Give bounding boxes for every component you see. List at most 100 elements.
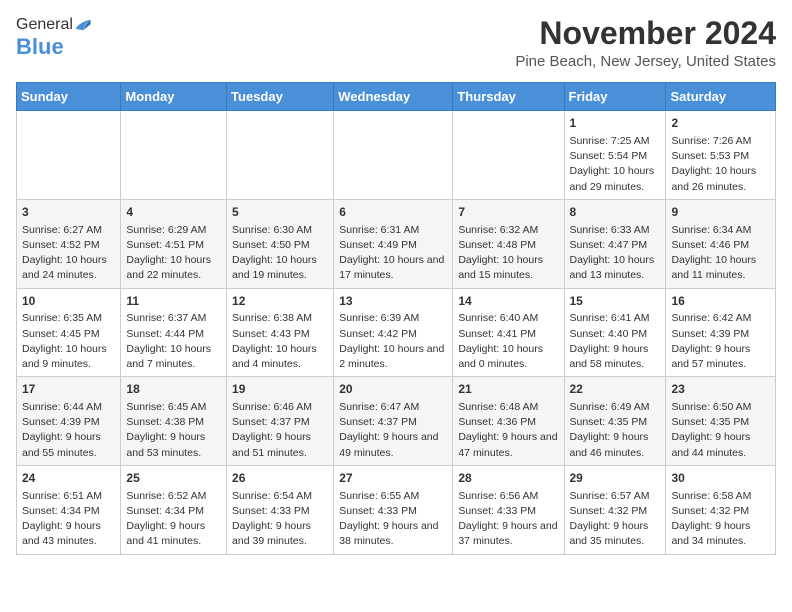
logo-bird-icon — [74, 18, 92, 32]
day-number: 15 — [570, 293, 661, 310]
day-info: Sunrise: 6:48 AM Sunset: 4:36 PM Dayligh… — [458, 400, 558, 461]
day-info: Sunrise: 6:30 AM Sunset: 4:50 PM Dayligh… — [232, 223, 328, 284]
day-info: Sunrise: 6:29 AM Sunset: 4:51 PM Dayligh… — [126, 223, 221, 284]
day-number: 4 — [126, 204, 221, 221]
calendar-cell: 3 Sunrise: 6:27 AM Sunset: 4:52 PM Daylig… — [17, 199, 121, 288]
calendar-cell: 21 Sunrise: 6:48 AM Sunset: 4:36 PM Dayli… — [453, 377, 564, 466]
day-info: Sunrise: 6:32 AM Sunset: 4:48 PM Dayligh… — [458, 223, 558, 284]
col-header-thursday: Thursday — [453, 83, 564, 111]
day-number: 16 — [671, 293, 770, 310]
calendar-cell: 1Sunrise: 7:25 AM Sunset: 5:54 PM Daylig… — [564, 111, 666, 200]
calendar-cell — [227, 111, 334, 200]
calendar-week-row: 3 Sunrise: 6:27 AM Sunset: 4:52 PM Daylig… — [17, 199, 776, 288]
day-number: 2 — [671, 115, 770, 132]
calendar-cell: 12Sunrise: 6:38 AM Sunset: 4:43 PM Dayli… — [227, 288, 334, 377]
day-number: 6 — [339, 204, 447, 221]
page-title: November 2024 — [515, 16, 776, 51]
calendar-cell: 9 Sunrise: 6:34 AM Sunset: 4:46 PM Daylig… — [666, 199, 776, 288]
day-number: 17 — [22, 381, 115, 398]
day-number: 19 — [232, 381, 328, 398]
calendar-cell: 11Sunrise: 6:37 AM Sunset: 4:44 PM Dayli… — [121, 288, 227, 377]
calendar-cell: 24 Sunrise: 6:51 AM Sunset: 4:34 PM Dayli… — [17, 465, 121, 554]
col-header-saturday: Saturday — [666, 83, 776, 111]
day-info: Sunrise: 6:58 AM Sunset: 4:32 PM Dayligh… — [671, 489, 770, 550]
calendar-cell: 2Sunrise: 7:26 AM Sunset: 5:53 PM Daylig… — [666, 111, 776, 200]
logo: General Blue — [16, 16, 93, 60]
day-info: Sunrise: 6:33 AM Sunset: 4:47 PM Dayligh… — [570, 223, 661, 284]
day-number: 25 — [126, 470, 221, 487]
day-number: 30 — [671, 470, 770, 487]
col-header-monday: Monday — [121, 83, 227, 111]
page-header: General Blue November 2024 Pine Beach, N… — [16, 16, 776, 70]
day-info: Sunrise: 6:42 AM Sunset: 4:39 PM Dayligh… — [671, 311, 770, 372]
calendar-cell: 16Sunrise: 6:42 AM Sunset: 4:39 PM Dayli… — [666, 288, 776, 377]
day-info: Sunrise: 6:31 AM Sunset: 4:49 PM Dayligh… — [339, 223, 447, 284]
day-number: 21 — [458, 381, 558, 398]
day-info: Sunrise: 6:56 AM Sunset: 4:33 PM Dayligh… — [458, 489, 558, 550]
day-info: Sunrise: 6:57 AM Sunset: 4:32 PM Dayligh… — [570, 489, 661, 550]
day-info: Sunrise: 6:55 AM Sunset: 4:33 PM Dayligh… — [339, 489, 447, 550]
calendar-cell: 10Sunrise: 6:35 AM Sunset: 4:45 PM Dayli… — [17, 288, 121, 377]
day-number: 10 — [22, 293, 115, 310]
day-number: 23 — [671, 381, 770, 398]
calendar-cell — [17, 111, 121, 200]
day-number: 12 — [232, 293, 328, 310]
day-info: Sunrise: 6:41 AM Sunset: 4:40 PM Dayligh… — [570, 311, 661, 372]
calendar-cell: 13Sunrise: 6:39 AM Sunset: 4:42 PM Dayli… — [334, 288, 453, 377]
calendar-cell: 5Sunrise: 6:30 AM Sunset: 4:50 PM Daylig… — [227, 199, 334, 288]
day-number: 26 — [232, 470, 328, 487]
calendar-week-row: 24 Sunrise: 6:51 AM Sunset: 4:34 PM Dayli… — [17, 465, 776, 554]
calendar-week-row: 10Sunrise: 6:35 AM Sunset: 4:45 PM Dayli… — [17, 288, 776, 377]
day-number: 8 — [570, 204, 661, 221]
day-info: Sunrise: 6:40 AM Sunset: 4:41 PM Dayligh… — [458, 311, 558, 372]
day-number: 9 — [671, 204, 770, 221]
calendar-cell: 6 Sunrise: 6:31 AM Sunset: 4:49 PM Daylig… — [334, 199, 453, 288]
day-info: Sunrise: 6:44 AM Sunset: 4:39 PM Dayligh… — [22, 400, 115, 461]
calendar-cell: 14Sunrise: 6:40 AM Sunset: 4:41 PM Dayli… — [453, 288, 564, 377]
day-info: Sunrise: 6:39 AM Sunset: 4:42 PM Dayligh… — [339, 311, 447, 372]
calendar-cell: 8 Sunrise: 6:33 AM Sunset: 4:47 PM Daylig… — [564, 199, 666, 288]
day-info: Sunrise: 6:50 AM Sunset: 4:35 PM Dayligh… — [671, 400, 770, 461]
col-header-friday: Friday — [564, 83, 666, 111]
day-number: 22 — [570, 381, 661, 398]
calendar-cell — [334, 111, 453, 200]
day-number: 3 — [22, 204, 115, 221]
col-header-tuesday: Tuesday — [227, 83, 334, 111]
calendar-week-row: 17 Sunrise: 6:44 AM Sunset: 4:39 PM Dayli… — [17, 377, 776, 466]
day-info: Sunrise: 6:38 AM Sunset: 4:43 PM Dayligh… — [232, 311, 328, 372]
calendar-table: SundayMondayTuesdayWednesdayThursdayFrid… — [16, 82, 776, 554]
day-info: Sunrise: 6:46 AM Sunset: 4:37 PM Dayligh… — [232, 400, 328, 461]
calendar-week-row: 1Sunrise: 7:25 AM Sunset: 5:54 PM Daylig… — [17, 111, 776, 200]
day-number: 27 — [339, 470, 447, 487]
calendar-cell: 20 Sunrise: 6:47 AM Sunset: 4:37 PM Dayli… — [334, 377, 453, 466]
day-info: Sunrise: 6:27 AM Sunset: 4:52 PM Dayligh… — [22, 223, 115, 284]
col-header-wednesday: Wednesday — [334, 83, 453, 111]
logo-general-text: General — [16, 16, 73, 34]
calendar-cell: 18Sunrise: 6:45 AM Sunset: 4:38 PM Dayli… — [121, 377, 227, 466]
calendar-cell — [121, 111, 227, 200]
calendar-cell: 26 Sunrise: 6:54 AM Sunset: 4:33 PM Dayli… — [227, 465, 334, 554]
col-header-sunday: Sunday — [17, 83, 121, 111]
calendar-cell — [453, 111, 564, 200]
day-number: 11 — [126, 293, 221, 310]
day-info: Sunrise: 6:35 AM Sunset: 4:45 PM Dayligh… — [22, 311, 115, 372]
day-info: Sunrise: 7:25 AM Sunset: 5:54 PM Dayligh… — [570, 134, 661, 195]
calendar-cell: 4 Sunrise: 6:29 AM Sunset: 4:51 PM Daylig… — [121, 199, 227, 288]
day-number: 29 — [570, 470, 661, 487]
day-number: 13 — [339, 293, 447, 310]
day-info: Sunrise: 6:34 AM Sunset: 4:46 PM Dayligh… — [671, 223, 770, 284]
logo-blue-text: Blue — [16, 34, 64, 60]
day-info: Sunrise: 6:51 AM Sunset: 4:34 PM Dayligh… — [22, 489, 115, 550]
calendar-cell: 22Sunrise: 6:49 AM Sunset: 4:35 PM Dayli… — [564, 377, 666, 466]
calendar-cell: 23 Sunrise: 6:50 AM Sunset: 4:35 PM Dayli… — [666, 377, 776, 466]
day-info: Sunrise: 6:37 AM Sunset: 4:44 PM Dayligh… — [126, 311, 221, 372]
day-info: Sunrise: 6:45 AM Sunset: 4:38 PM Dayligh… — [126, 400, 221, 461]
calendar-cell: 27 Sunrise: 6:55 AM Sunset: 4:33 PM Dayli… — [334, 465, 453, 554]
calendar-cell: 17 Sunrise: 6:44 AM Sunset: 4:39 PM Dayli… — [17, 377, 121, 466]
day-number: 20 — [339, 381, 447, 398]
calendar-cell: 25Sunrise: 6:52 AM Sunset: 4:34 PM Dayli… — [121, 465, 227, 554]
title-area: November 2024 Pine Beach, New Jersey, Un… — [515, 16, 776, 70]
day-info: Sunrise: 6:47 AM Sunset: 4:37 PM Dayligh… — [339, 400, 447, 461]
day-info: Sunrise: 6:54 AM Sunset: 4:33 PM Dayligh… — [232, 489, 328, 550]
day-number: 24 — [22, 470, 115, 487]
